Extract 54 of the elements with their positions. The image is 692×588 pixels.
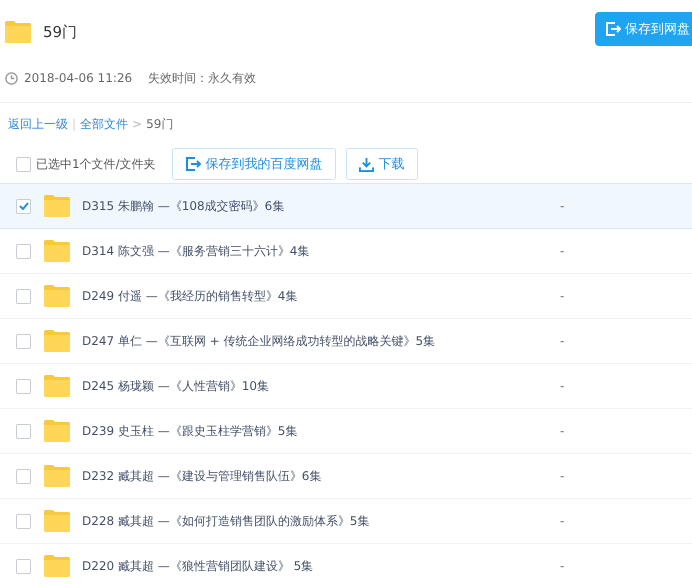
- file-size: -: [560, 469, 564, 483]
- folder-title: 59门: [43, 22, 78, 42]
- save-icon: [605, 21, 621, 37]
- file-size: -: [560, 514, 564, 528]
- folder-icon: [44, 240, 70, 262]
- folder-icon: [44, 330, 70, 352]
- file-name: D315 朱鹏翰 —《108成交密码》6集: [82, 198, 286, 214]
- file-size: -: [560, 244, 564, 258]
- select-all-checkbox[interactable]: [16, 156, 31, 172]
- download-button[interactable]: 下载: [346, 148, 418, 180]
- download-icon: [358, 156, 374, 172]
- back-link[interactable]: 返回上一级: [8, 116, 68, 132]
- row-checkbox[interactable]: [16, 514, 31, 528]
- file-name: D232 臧其超 —《建设与管理销售队伍》6集: [82, 468, 322, 484]
- file-size: -: [560, 334, 564, 348]
- breadcrumb-arrow: >: [132, 117, 142, 131]
- file-size: -: [560, 289, 564, 303]
- file-row[interactable]: D315 朱鹏翰 —《108成交密码》6集 -: [0, 183, 692, 229]
- row-checkbox[interactable]: [16, 378, 31, 394]
- share-date: 2018-04-06 11:26: [24, 71, 132, 85]
- row-checkbox[interactable]: [16, 424, 31, 438]
- all-files-link[interactable]: 全部文件: [80, 116, 128, 132]
- file-name: D249 付遥 —《我经历的销售转型》4集: [82, 288, 298, 304]
- folder-icon: [44, 420, 70, 442]
- file-size: -: [560, 559, 564, 573]
- current-folder: 59门: [146, 116, 174, 132]
- row-checkbox[interactable]: [16, 558, 31, 574]
- row-checkbox[interactable]: [16, 468, 31, 484]
- folder-icon: [44, 555, 70, 577]
- file-name: D247 单仁 —《互联网 + 传统企业网络成功转型的战略关键》5集: [82, 332, 436, 350]
- folder-icon: [44, 285, 70, 307]
- clock-icon: [5, 72, 18, 84]
- file-size: -: [560, 379, 564, 393]
- file-size: -: [560, 424, 564, 438]
- file-name: D314 陈文强 —《服务营销三十六计》4集: [82, 242, 310, 260]
- file-name: D228 臧其超 —《如何打造销售团队的激励体系》5集: [82, 512, 370, 530]
- row-checkbox[interactable]: [16, 244, 31, 258]
- file-size: -: [560, 199, 564, 213]
- folder-icon: [5, 21, 31, 43]
- folder-icon: [44, 195, 70, 217]
- file-name: D245 杨珑颖 —《人性营销》10集: [82, 378, 270, 394]
- save-icon: [184, 156, 201, 172]
- save-to-baidu-button[interactable]: 保存到我的百度网盘: [172, 148, 336, 180]
- row-checkbox[interactable]: [16, 334, 31, 348]
- file-name: D239 史玉柱 —《跟史玉柱学营销》5集: [82, 422, 298, 440]
- expiry-text: 失效时间：永久有效: [148, 70, 256, 86]
- selection-count: 已选中1个文件/文件夹: [36, 156, 156, 172]
- row-checkbox[interactable]: [16, 288, 31, 304]
- folder-icon: [44, 510, 70, 532]
- folder-icon: [44, 375, 70, 397]
- file-name: D220 臧其超 —《狼性营销团队建设》 5集: [82, 558, 314, 574]
- separator: |: [72, 117, 76, 131]
- row-checkbox[interactable]: [16, 198, 31, 214]
- folder-icon: [44, 465, 70, 487]
